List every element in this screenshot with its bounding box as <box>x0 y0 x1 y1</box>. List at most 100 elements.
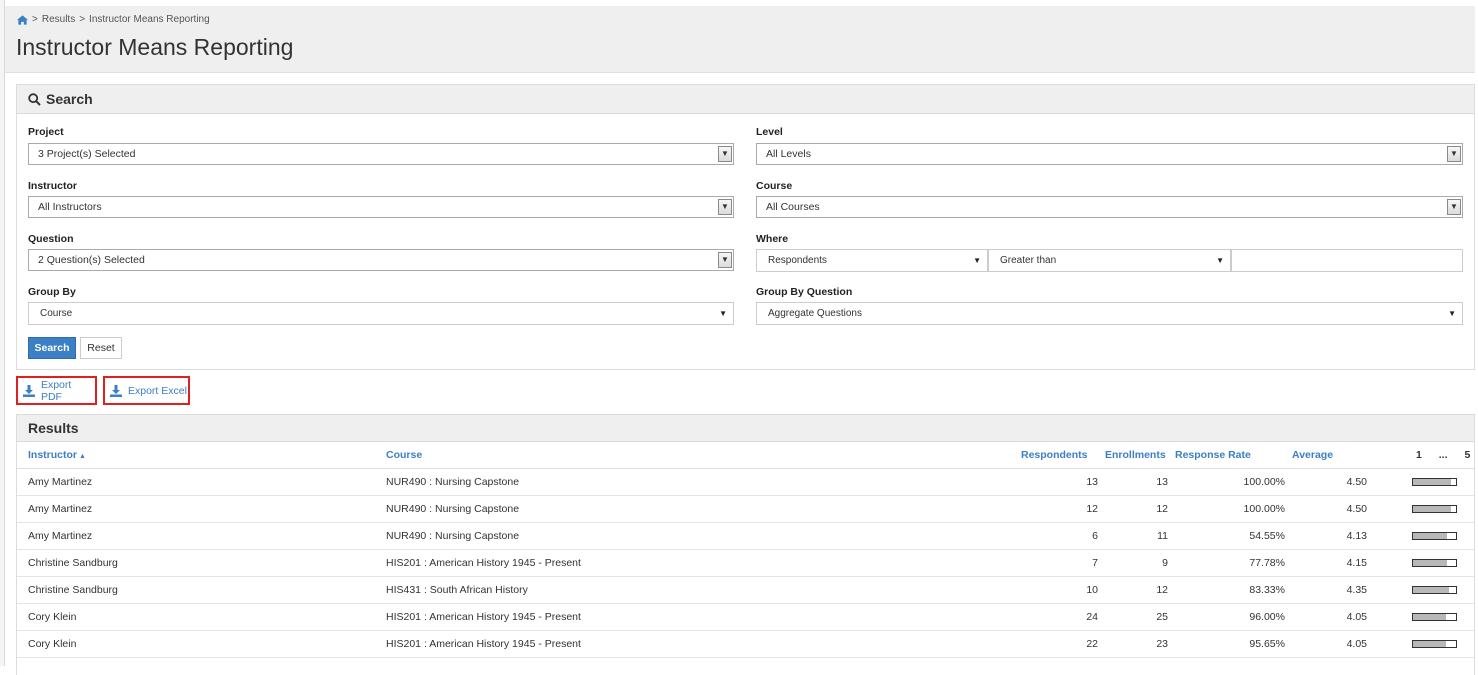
cell-average-bar <box>1374 576 1474 604</box>
scale-max-label: 5 <box>1464 449 1471 461</box>
cell-respondents: 24 <box>1021 603 1105 631</box>
cell-average-bar <box>1374 603 1474 631</box>
cell-average: 4.13 <box>1292 522 1374 550</box>
cell-average-bar <box>1374 630 1474 658</box>
average-bar <box>1412 613 1457 621</box>
table-row: Cory Klein HIS201 : American History 1945… <box>17 630 1474 658</box>
project-select[interactable]: 3 Project(s) Selected ▼ <box>28 143 734 165</box>
chevron-down-icon: ▼ <box>719 309 727 318</box>
table-row: Christine Sandburg HIS201 : American Hist… <box>17 549 1474 577</box>
chevron-down-icon[interactable]: ▼ <box>1447 199 1461 215</box>
average-bar <box>1412 505 1457 513</box>
course-select[interactable]: All Courses ▼ <box>756 196 1463 218</box>
cell-average-bar <box>1374 468 1474 496</box>
chevron-down-icon[interactable]: ▼ <box>718 252 732 268</box>
table-row: Amy Martinez NUR490 : Nursing Capstone 13 1… <box>17 468 1474 496</box>
cell-course-link[interactable]: NUR490 : Nursing Capstone <box>386 495 1021 523</box>
where-value-input[interactable] <box>1231 249 1463 272</box>
reset-button[interactable]: Reset <box>80 337 122 359</box>
column-header-response-rate[interactable]: Response Rate <box>1175 442 1292 469</box>
average-bar <box>1412 532 1457 540</box>
cell-average: 4.05 <box>1292 603 1374 631</box>
group-by-select[interactable]: Course ▼ <box>28 302 734 325</box>
question-select[interactable]: 2 Question(s) Selected ▼ <box>28 249 734 271</box>
export-pdf-button[interactable]: Export PDF <box>16 376 97 405</box>
search-panel-header: Search <box>17 85 1474 114</box>
group-by-question-label: Group By Question <box>756 286 853 298</box>
cell-average-bar <box>1374 549 1474 577</box>
cell-instructor: Cory Klein <box>17 603 386 631</box>
cell-enrollments: 23 <box>1105 630 1175 658</box>
cell-average: 4.50 <box>1292 468 1374 496</box>
where-operator-select[interactable]: Greater than ▼ <box>988 249 1231 272</box>
table-row: Christine Sandburg HIS431 : South African… <box>17 576 1474 604</box>
chevron-down-icon[interactable]: ▼ <box>718 146 732 162</box>
cell-course-link[interactable]: HIS201 : American History 1945 - Present <box>386 549 1021 577</box>
group-by-value: Course <box>40 308 73 319</box>
results-heading: Results <box>28 420 79 436</box>
scale-min-label: 1 <box>1416 449 1422 461</box>
search-panel: Search Project 3 Project(s) Selected ▼ L… <box>16 84 1475 370</box>
group-by-question-select[interactable]: Aggregate Questions ▼ <box>756 302 1463 325</box>
question-label: Question <box>28 233 74 245</box>
cell-average-bar <box>1374 522 1474 550</box>
cell-response-rate: 77.78% <box>1175 549 1292 577</box>
column-header-respondents[interactable]: Respondents <box>1021 442 1105 469</box>
cell-response-rate: 83.33% <box>1175 576 1292 604</box>
page-header: > Results > Instructor Means Reporting I… <box>5 6 1475 73</box>
average-bar-fill <box>1413 479 1451 485</box>
cell-instructor: Christine Sandburg <box>17 549 386 577</box>
cell-respondents: 22 <box>1021 630 1105 658</box>
cell-course-link[interactable]: HIS201 : American History 1945 - Present <box>386 603 1021 631</box>
where-label: Where <box>756 233 789 245</box>
cell-enrollments: 11 <box>1105 522 1175 550</box>
average-bar <box>1412 640 1457 648</box>
chevron-down-icon: ▼ <box>1216 256 1224 265</box>
column-header-instructor[interactable]: Instructor ▲ <box>17 442 386 469</box>
download-icon <box>23 384 35 397</box>
level-select[interactable]: All Levels ▼ <box>756 143 1463 165</box>
where-field-select[interactable]: Respondents ▼ <box>756 249 988 272</box>
export-excel-button[interactable]: Export Excel <box>103 376 190 405</box>
chevron-down-icon: ▼ <box>973 256 981 265</box>
chevron-down-icon[interactable]: ▼ <box>1447 146 1461 162</box>
cell-instructor: Amy Martinez <box>17 522 386 550</box>
average-bar-fill <box>1413 641 1446 647</box>
breadcrumb-current: Instructor Means Reporting <box>89 14 210 25</box>
search-heading: Search <box>46 91 93 107</box>
course-label: Course <box>756 180 793 192</box>
table-row: Cory Klein HIS201 : American History 1945… <box>17 603 1474 631</box>
results-panel-header: Results <box>17 415 1474 442</box>
average-bar-fill <box>1413 614 1446 620</box>
table-row: Amy Martinez NUR490 : Nursing Capstone 6 11… <box>17 522 1474 550</box>
search-button[interactable]: Search <box>28 337 76 359</box>
average-bar <box>1412 586 1457 594</box>
cell-response-rate: 54.55% <box>1175 522 1292 550</box>
average-bar <box>1412 559 1457 567</box>
project-select-value: 3 Project(s) Selected <box>38 148 136 160</box>
chevron-down-icon[interactable]: ▼ <box>718 199 732 215</box>
cell-instructor: Cory Klein <box>17 630 386 658</box>
cell-course-link[interactable]: HIS201 : American History 1945 - Present <box>386 630 1021 658</box>
table-row: Amy Martinez NUR490 : Nursing Capstone 12 1… <box>17 495 1474 523</box>
column-header-average[interactable]: Average <box>1292 442 1374 469</box>
average-bar <box>1412 478 1457 486</box>
cell-course-link[interactable]: NUR490 : Nursing Capstone <box>386 468 1021 496</box>
level-select-value: All Levels <box>766 148 811 160</box>
column-header-enrollments[interactable]: Enrollments <box>1105 442 1175 469</box>
cell-course-link[interactable]: NUR490 : Nursing Capstone <box>386 522 1021 550</box>
cell-course-link[interactable]: HIS431 : South African History <box>386 576 1021 604</box>
column-header-course[interactable]: Course <box>386 442 1021 469</box>
cell-response-rate: 95.65% <box>1175 630 1292 658</box>
instructor-select[interactable]: All Instructors ▼ <box>28 196 734 218</box>
breadcrumb-results[interactable]: Results <box>42 14 75 25</box>
cell-average-bar <box>1374 495 1474 523</box>
cell-enrollments: 12 <box>1105 576 1175 604</box>
scale-mid-label: ... <box>1438 449 1448 461</box>
sort-ascending-icon: ▲ <box>79 453 86 460</box>
where-field-value: Respondents <box>768 255 827 266</box>
group-by-question-value: Aggregate Questions <box>768 308 862 319</box>
cell-enrollments: 25 <box>1105 603 1175 631</box>
home-icon[interactable] <box>17 14 28 25</box>
cell-response-rate: 100.00% <box>1175 468 1292 496</box>
